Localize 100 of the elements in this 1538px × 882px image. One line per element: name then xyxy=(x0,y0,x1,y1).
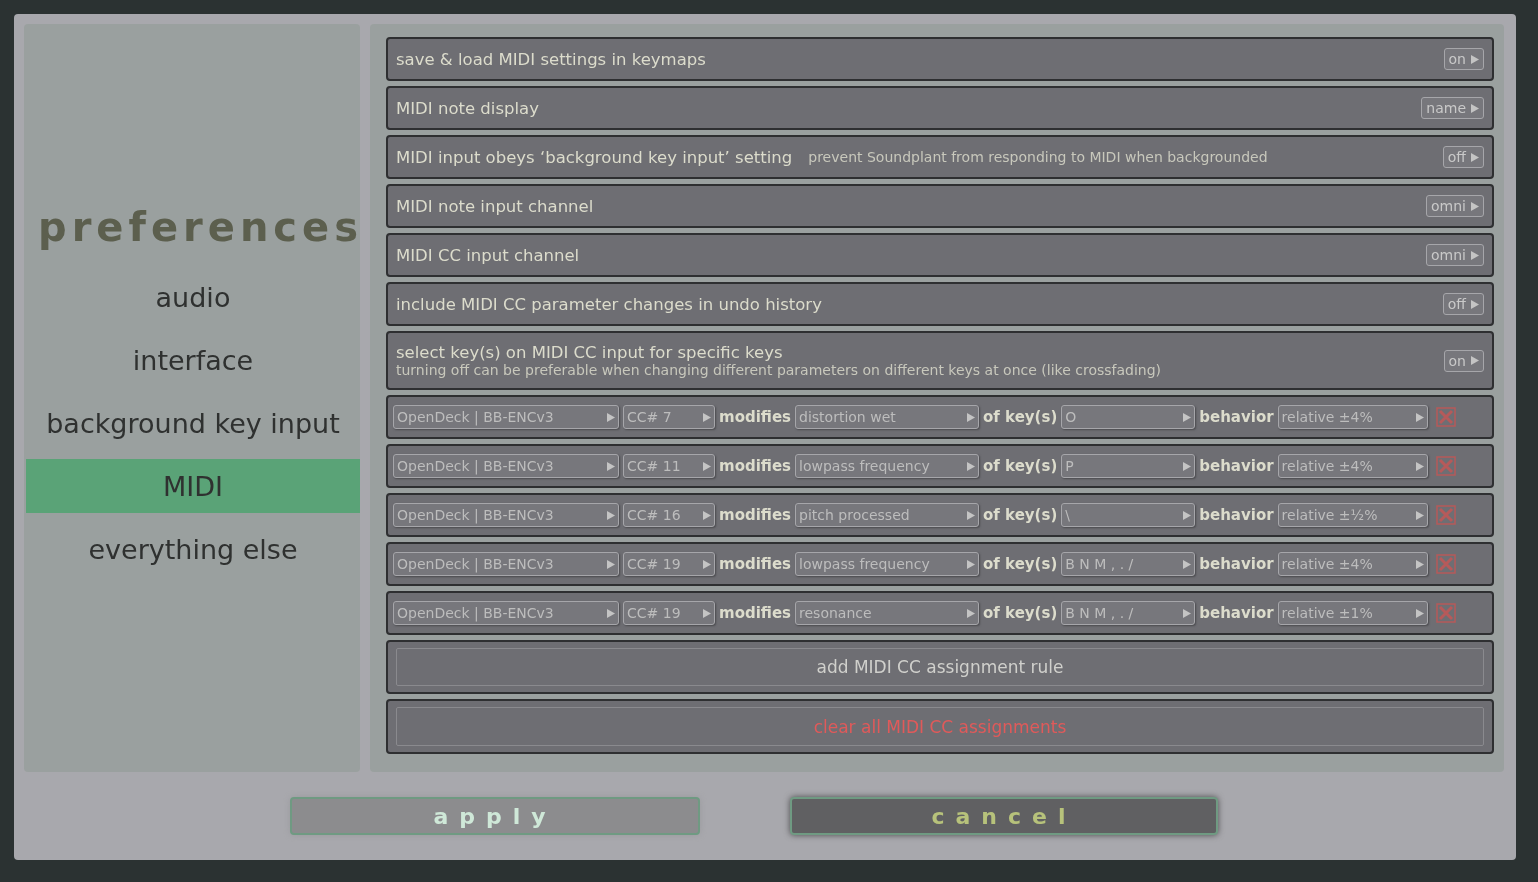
keys-dropdown[interactable]: \ xyxy=(1061,503,1196,527)
modifies-label: modifies xyxy=(719,506,792,524)
behavior-dropdown[interactable]: relative ±4% xyxy=(1277,552,1428,576)
keys-dropdown[interactable]: O xyxy=(1061,405,1196,429)
behavior-dropdown[interactable]: relative ±4% xyxy=(1277,405,1428,429)
setting-label: save & load MIDI settings in keymaps xyxy=(396,49,706,69)
sidebar-item[interactable]: everything else xyxy=(26,522,360,576)
arrow-icon xyxy=(1471,152,1479,162)
keys-dropdown[interactable]: B N M , . / xyxy=(1061,552,1196,576)
arrow-icon xyxy=(1415,608,1424,618)
arrow-icon xyxy=(1183,461,1192,471)
keys-label: of key(s) xyxy=(983,408,1058,426)
arrow-icon xyxy=(1471,299,1479,309)
arrow-icon xyxy=(1471,201,1479,211)
cc-dropdown[interactable]: CC# 19 xyxy=(623,552,715,576)
setting-label: select key(s) on MIDI CC input for specific keys xyxy=(396,343,784,362)
behavior-dropdown[interactable]: relative ±1% xyxy=(1277,601,1428,625)
delete-icon[interactable] xyxy=(1435,554,1456,574)
behavior-label: behavior xyxy=(1199,555,1274,573)
arrow-icon xyxy=(1415,559,1424,569)
arrow-icon xyxy=(967,412,976,422)
device-dropdown[interactable]: OpenDeck | BB-ENCv3 xyxy=(393,503,619,527)
sidebar-item[interactable]: MIDI xyxy=(26,459,360,513)
delete-icon[interactable] xyxy=(1435,505,1456,525)
delete-icon[interactable] xyxy=(1435,603,1456,623)
arrow-icon xyxy=(1415,461,1424,471)
arrow-icon xyxy=(703,608,711,618)
arrow-icon xyxy=(703,461,711,471)
keys-label: of key(s) xyxy=(983,555,1058,573)
arrow-icon xyxy=(1183,412,1192,422)
value-toggle[interactable]: off xyxy=(1442,293,1484,315)
arrow-icon xyxy=(1415,412,1424,422)
device-dropdown[interactable]: OpenDeck | BB-ENCv3 xyxy=(393,454,619,478)
setting-label: MIDI input obeys ‘background key input’ setting xyxy=(396,147,793,167)
behavior-label: behavior xyxy=(1199,506,1274,524)
value-toggle[interactable]: on xyxy=(1443,349,1484,372)
keys-label: of key(s) xyxy=(983,604,1058,622)
action-button[interactable]: clear all MIDI CC assignments xyxy=(396,707,1484,746)
behavior-label: behavior xyxy=(1199,604,1274,622)
arrow-icon xyxy=(1415,510,1424,520)
arrow-icon xyxy=(1183,510,1192,520)
arrow-icon xyxy=(967,510,976,520)
value-toggle[interactable]: omni xyxy=(1426,244,1484,266)
device-dropdown[interactable]: OpenDeck | BB-ENCv3 xyxy=(393,601,619,625)
sidebar-item[interactable]: interface xyxy=(26,333,360,387)
delete-icon[interactable] xyxy=(1435,407,1456,427)
behavior-label: behavior xyxy=(1199,457,1274,475)
setting-note: turning off can be preferable when changing different parameters on different keys at once (like crossfading) xyxy=(396,362,1163,378)
device-dropdown[interactable]: OpenDeck | BB-ENCv3 xyxy=(393,552,619,576)
cc-dropdown[interactable]: CC# 16 xyxy=(623,503,715,527)
parameter-dropdown[interactable]: resonance xyxy=(795,601,980,625)
arrow-icon xyxy=(1183,608,1192,618)
arrow-icon xyxy=(967,559,976,569)
behavior-dropdown[interactable]: relative ±½% xyxy=(1277,503,1428,527)
arrow-icon xyxy=(703,510,711,520)
arrow-icon xyxy=(703,412,711,422)
cc-dropdown[interactable]: CC# 19 xyxy=(623,601,715,625)
arrow-icon xyxy=(1471,250,1479,260)
behavior-dropdown[interactable]: relative ±4% xyxy=(1277,454,1428,478)
keys-dropdown[interactable]: B N M , . / xyxy=(1061,601,1196,625)
value-toggle[interactable]: on xyxy=(1443,48,1484,70)
sidebar-item[interactable]: audio xyxy=(26,270,360,324)
setting-label: MIDI note display xyxy=(396,98,539,118)
arrow-icon xyxy=(703,559,711,569)
keys-label: of key(s) xyxy=(983,457,1058,475)
arrow-icon xyxy=(1183,559,1192,569)
sidebar-title: preferences xyxy=(38,204,360,250)
action-button[interactable]: add MIDI CC assignment rule xyxy=(396,648,1484,686)
arrow-icon xyxy=(607,608,615,618)
parameter-dropdown[interactable]: distortion wet xyxy=(795,405,980,429)
setting-label: include MIDI CC parameter changes in undo history xyxy=(396,294,822,314)
arrow-icon xyxy=(1471,356,1479,365)
value-toggle[interactable]: name xyxy=(1421,97,1484,119)
arrow-icon xyxy=(1471,54,1479,64)
modifies-label: modifies xyxy=(719,604,792,622)
modifies-label: modifies xyxy=(719,408,792,426)
device-dropdown[interactable]: OpenDeck | BB-ENCv3 xyxy=(393,405,619,429)
arrow-icon xyxy=(607,510,615,520)
arrow-icon xyxy=(967,461,976,471)
modifies-label: modifies xyxy=(719,457,792,475)
sidebar-item[interactable]: background key input xyxy=(26,396,360,450)
setting-label: MIDI note input channel xyxy=(396,196,594,216)
parameter-dropdown[interactable]: lowpass frequency xyxy=(795,454,980,478)
keys-dropdown[interactable]: P xyxy=(1061,454,1196,478)
behavior-label: behavior xyxy=(1199,408,1274,426)
arrow-icon xyxy=(967,608,976,618)
cancel-button[interactable]: cancel xyxy=(790,797,1218,835)
value-toggle[interactable]: omni xyxy=(1426,195,1484,217)
setting-note: prevent Soundplant from responding to MIDI when backgrounded xyxy=(808,149,1268,165)
cc-dropdown[interactable]: CC# 7 xyxy=(623,405,715,429)
keys-label: of key(s) xyxy=(983,506,1058,524)
arrow-icon xyxy=(607,461,615,471)
arrow-icon xyxy=(607,412,615,422)
delete-icon[interactable] xyxy=(1435,456,1456,476)
parameter-dropdown[interactable]: pitch processed xyxy=(795,503,980,527)
setting-label: MIDI CC input channel xyxy=(396,245,580,265)
parameter-dropdown[interactable]: lowpass frequency xyxy=(795,552,980,576)
cc-dropdown[interactable]: CC# 11 xyxy=(623,454,715,478)
value-toggle[interactable]: off xyxy=(1442,146,1484,168)
modifies-label: modifies xyxy=(719,555,792,573)
